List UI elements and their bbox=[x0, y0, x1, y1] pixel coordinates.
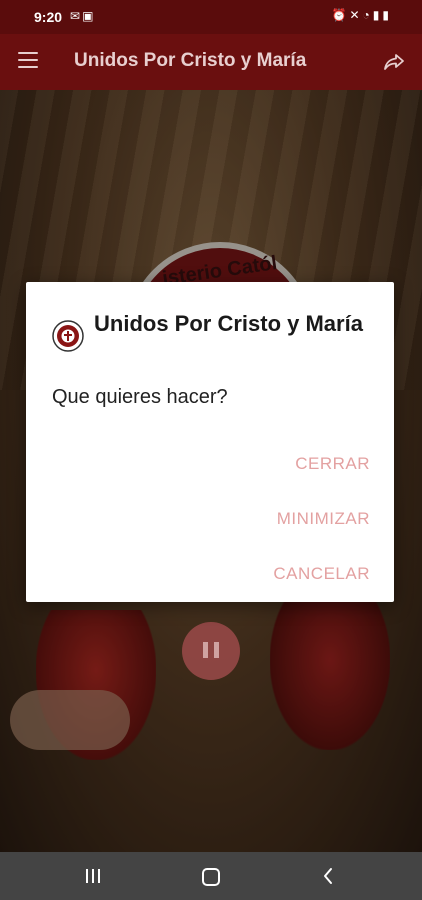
status-bar: 9:20 ✉▣ ⏰✕◔▮▮ bbox=[0, 0, 422, 34]
app-logo-icon bbox=[52, 320, 84, 352]
pause-button[interactable] bbox=[182, 622, 240, 680]
close-button[interactable]: CERRAR bbox=[295, 454, 370, 474]
status-time: 9:20 bbox=[34, 9, 63, 25]
share-icon[interactable] bbox=[382, 50, 406, 74]
alarm-icon: ⏰ bbox=[331, 8, 350, 22]
system-navigation-bar bbox=[0, 852, 422, 900]
hamburger-menu-icon[interactable] bbox=[18, 52, 38, 68]
minimize-button[interactable]: MINIMIZAR bbox=[277, 509, 370, 529]
mail-icon: ✉ bbox=[70, 9, 83, 23]
back-icon[interactable] bbox=[320, 866, 336, 886]
mute-icon: ✕ bbox=[349, 8, 363, 22]
image-icon: ▣ bbox=[82, 9, 96, 23]
notification-icons: ✉▣ bbox=[70, 9, 95, 23]
recents-icon[interactable] bbox=[86, 869, 102, 883]
app-bar: Unidos Por Cristo y María bbox=[0, 34, 422, 90]
dialog-message: Que quieres hacer? bbox=[52, 386, 228, 408]
signal-icon: ▮ bbox=[372, 8, 383, 22]
battery-icon: ▮ bbox=[382, 8, 392, 22]
system-icons: ⏰✕◔▮▮ bbox=[332, 8, 392, 22]
home-icon[interactable] bbox=[202, 868, 220, 886]
action-dialog: Unidos Por Cristo y María Que quieres ha… bbox=[26, 282, 394, 602]
app-title: Unidos Por Cristo y María bbox=[74, 50, 307, 71]
dialog-title: Unidos Por Cristo y María bbox=[94, 311, 363, 336]
pause-icon bbox=[203, 642, 208, 658]
cancel-button[interactable]: CANCELAR bbox=[273, 564, 370, 584]
wifi-icon: ◔ bbox=[362, 8, 373, 22]
